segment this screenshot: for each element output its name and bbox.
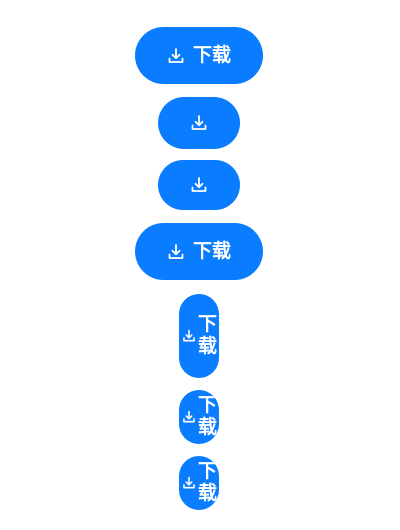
download-button-icon-only[interactable] — [158, 97, 240, 149]
download-button-icon-only[interactable] — [158, 160, 240, 210]
download-button-vertical-short[interactable]: 下载 — [179, 390, 219, 444]
download-button-label: 下载 — [198, 460, 218, 504]
download-button-label: 下载 — [198, 313, 218, 357]
download-icon — [190, 114, 208, 132]
download-icon — [167, 47, 185, 65]
download-button-label: 下载 — [192, 44, 231, 66]
download-button-large[interactable]: 下载 — [135, 223, 263, 280]
download-button-large[interactable]: 下载 — [135, 27, 263, 84]
download-icon — [182, 410, 196, 424]
download-icon — [167, 243, 185, 261]
download-button-vertical[interactable]: 下载 — [179, 294, 219, 378]
download-icon — [182, 476, 196, 490]
download-button-label: 下载 — [198, 394, 218, 438]
download-icon — [182, 329, 196, 343]
download-icon — [190, 176, 208, 194]
download-button-vertical-short[interactable]: 下载 — [179, 456, 219, 510]
download-button-label: 下载 — [192, 240, 231, 262]
